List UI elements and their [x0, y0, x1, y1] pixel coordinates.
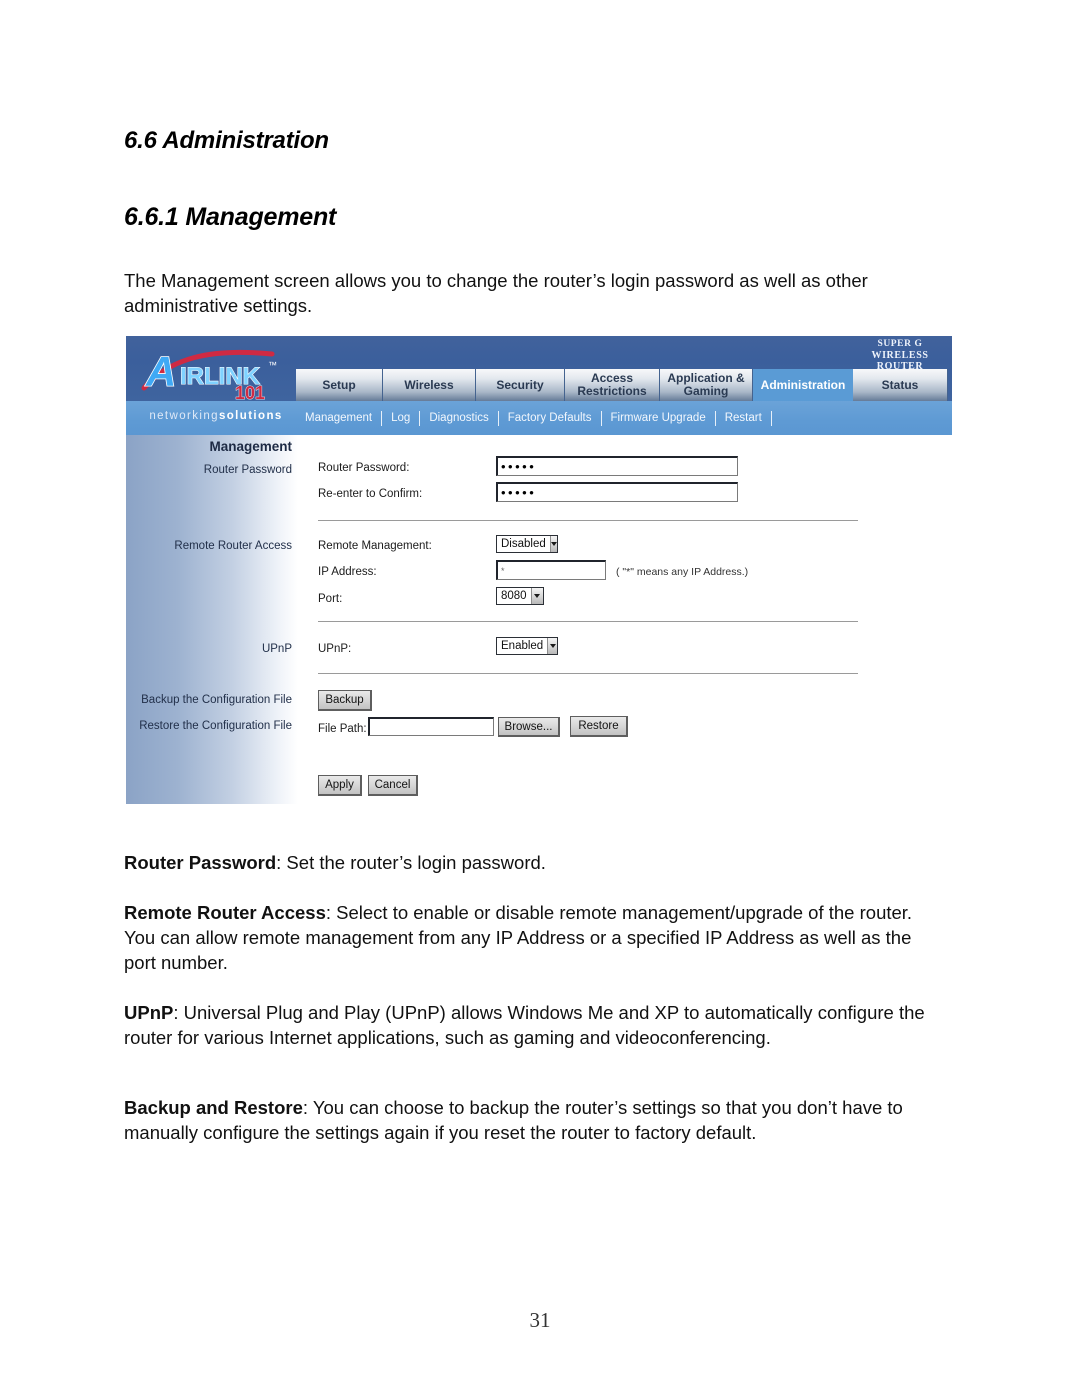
label-file-path: File Path: [318, 723, 367, 735]
page-number: 31 [529, 1308, 551, 1332]
subtab-separator [419, 410, 421, 426]
remote-management-select[interactable]: Disabled [496, 535, 558, 553]
subtab-separator [770, 410, 772, 426]
section-heading: 6.6 Administration [124, 127, 329, 154]
subsection-heading: 6.6.1 Management [124, 203, 337, 231]
router-password-value: ••••• [501, 459, 537, 474]
intro-paragraph: The Management screen allows you to chan… [124, 270, 868, 316]
document-page: 6.6 Administration 6.6.1 Management The … [0, 0, 1080, 1397]
cancel-button[interactable]: Cancel [368, 775, 418, 796]
restore-button[interactable]: Restore [570, 716, 628, 737]
term-remote-router-access: Remote Router Access [124, 902, 326, 923]
confirm-password-value: ••••• [501, 485, 537, 500]
side-title-management: Management [209, 439, 292, 454]
router-form-column: Router Password: ••••• Re-enter to Confi… [298, 435, 952, 804]
subtab-log[interactable]: Log [382, 411, 419, 426]
label-reenter-confirm: Re-enter to Confirm: [318, 488, 423, 500]
svg-text:101: 101 [235, 383, 265, 402]
main-tab-bar: Setup Wireless Security Access Restricti… [296, 369, 948, 401]
browse-button[interactable]: Browse... [498, 717, 560, 737]
file-path-input[interactable] [368, 717, 494, 736]
side-label-backup-config: Backup the Configuration File [141, 694, 292, 706]
subtab-diagnostics[interactable]: Diagnostics [420, 411, 497, 426]
label-router-password: Router Password: [318, 462, 410, 474]
chevron-down-icon [547, 638, 557, 654]
tab-status[interactable]: Status [853, 369, 948, 401]
label-port: Port: [318, 593, 343, 605]
subtab-separator [381, 410, 383, 426]
super-g-line1: SUPER G [877, 339, 923, 349]
ip-address-value: * [501, 565, 506, 576]
airlink-logo: A IRLINK ™ 101 networkingsolutions [126, 336, 296, 435]
router-password-input[interactable]: ••••• [496, 456, 738, 476]
side-label-router-password: Router Password [203, 464, 292, 476]
label-ip-address: IP Address: [318, 566, 377, 578]
divider [318, 673, 858, 674]
apply-button[interactable]: Apply [318, 775, 362, 796]
ip-address-input[interactable]: * [496, 560, 606, 580]
router-body: Management Router Password Remote Router… [126, 435, 952, 804]
ip-address-hint: ( "*" means any IP Address.) [616, 566, 749, 578]
chevron-down-icon [530, 588, 543, 604]
svg-text:A: A [145, 348, 176, 395]
tab-wireless[interactable]: Wireless [383, 369, 476, 401]
upnp-select[interactable]: Enabled [496, 637, 558, 655]
label-remote-management: Remote Management: [318, 540, 432, 552]
description-router-password: Router Password: Set the router’s login … [124, 850, 940, 875]
side-label-restore-config: Restore the Configuration File [139, 720, 292, 732]
tab-setup[interactable]: Setup [296, 369, 383, 401]
chevron-down-icon [549, 536, 557, 552]
tab-security[interactable]: Security [476, 369, 565, 401]
svg-text:™: ™ [268, 360, 277, 370]
term-upnp: UPnP [124, 1002, 174, 1023]
subtab-separator [600, 410, 602, 426]
subtab-factory-defaults[interactable]: Factory Defaults [499, 411, 601, 426]
subtab-firmware-upgrade[interactable]: Firmware Upgrade [602, 411, 715, 426]
port-value: 8080 [501, 590, 527, 602]
label-upnp: UPnP: [318, 643, 352, 655]
airlink-tagline: networkingsolutions [136, 410, 296, 422]
tagline-bold: solutions [218, 410, 283, 422]
confirm-password-input[interactable]: ••••• [496, 482, 738, 502]
divider [318, 520, 858, 521]
tab-application-gaming[interactable]: Application & Gaming [660, 369, 753, 401]
term-router-password: Router Password [124, 852, 277, 873]
upnp-value: Enabled [501, 640, 544, 652]
sub-tab-bar: Management Log Diagnostics Factory Defau… [296, 402, 772, 434]
subtab-separator [714, 410, 716, 426]
port-select[interactable]: 8080 [496, 587, 544, 605]
subtab-restart[interactable]: Restart [716, 411, 771, 426]
term-backup-restore: Backup and Restore [124, 1097, 303, 1118]
backup-button[interactable]: Backup [318, 690, 372, 711]
tab-administration[interactable]: Administration [753, 369, 853, 401]
description-upnp: UPnP: Universal Plug and Play (UPnP) all… [124, 1000, 940, 1050]
remote-management-value: Disabled [501, 538, 546, 550]
router-admin-screenshot: A IRLINK ™ 101 networkingsolutions SUPER… [126, 336, 952, 804]
divider [318, 621, 858, 622]
router-side-column: Management Router Password Remote Router… [126, 435, 298, 804]
description-backup-restore: Backup and Restore: You can choose to ba… [124, 1095, 940, 1145]
side-label-remote-router-access: Remote Router Access [174, 540, 292, 552]
text-upnp: : Universal Plug and Play (UPnP) allows … [124, 1002, 925, 1048]
tab-access-restrictions[interactable]: Access Restrictions [565, 369, 660, 401]
side-label-upnp: UPnP [261, 643, 292, 655]
airlink-logo-icon: A IRLINK ™ 101 [141, 347, 277, 402]
description-remote-router-access: Remote Router Access: Select to enable o… [124, 900, 940, 975]
tagline-light: networking [149, 410, 219, 422]
subtab-management[interactable]: Management [296, 411, 381, 426]
subtab-separator [497, 410, 499, 426]
text-router-password: : Set the router’s login password. [276, 852, 546, 873]
